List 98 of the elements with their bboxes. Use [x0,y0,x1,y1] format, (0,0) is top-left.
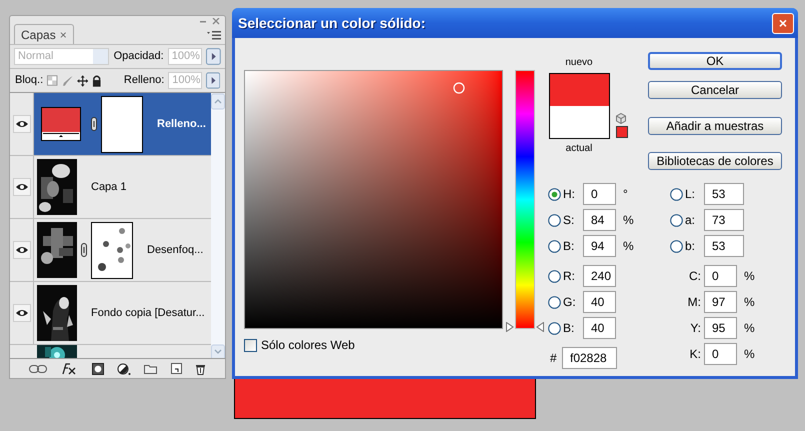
input-field[interactable]: 95 [704,317,737,339]
layer-row[interactable]: Capa 1 [10,156,211,219]
field-label: H: [562,186,576,203]
link-icon [81,243,87,257]
move-icon[interactable] [77,74,88,86]
color-preview [548,73,610,139]
close-icon[interactable]: × [60,26,67,44]
input-field[interactable]: 40 [583,317,616,339]
dialog-button[interactable]: Bibliotecas de colores [648,152,782,170]
eye-icon[interactable] [12,115,30,133]
mask-thumbnail [101,96,143,152]
fill-label: Relleno: [124,73,164,88]
minimize-close-icon[interactable] [199,18,221,25]
slider-arrow-button[interactable] [206,48,222,65]
field-label: M: [686,294,702,311]
unit-label: % [744,346,755,363]
radio-button[interactable] [670,188,683,200]
unit-label: % [744,268,755,285]
dialog-button[interactable]: Cancelar [648,81,782,99]
slider-thumb[interactable] [506,322,544,332]
unit-label: % [744,320,755,337]
checkbox-label: Sólo colores Web [261,337,355,354]
unit-label: % [623,238,634,255]
opacity-label: Opacidad: [114,49,164,64]
lock-label: Bloq.: [15,73,44,88]
eye-icon[interactable] [12,241,30,259]
hex-label: # [549,350,558,367]
slider-arrow-button[interactable] [206,72,220,89]
current-color-label: actual [566,143,592,155]
fx-icon[interactable] [60,362,78,374]
cube-icon[interactable] [616,113,626,124]
input-field[interactable]: f02828 [562,347,617,369]
scrollbar[interactable] [211,93,225,358]
input-field[interactable]: 97 [704,291,737,313]
unit-label: % [623,212,634,229]
input-field[interactable]: 240 [583,265,616,287]
adjustment-icon[interactable] [116,362,131,374]
radio-button[interactable] [670,240,683,252]
radio-button[interactable] [548,240,561,252]
field-label: L: [684,186,696,203]
dialog-button[interactable]: OK [648,52,782,70]
field-label: K: [688,346,702,363]
unit-label: ° [623,186,628,203]
layer-row[interactable]: Desenfoq... [10,219,211,282]
radio-button[interactable] [548,296,561,308]
window-title: Seleccionar un color sólido: [238,14,426,32]
input-field[interactable]: 84 [583,209,616,231]
field-label: Y: [689,320,702,337]
input-field[interactable]: 0 [583,183,616,205]
layer-row[interactable]: Fondo copia [Desatur... [10,282,211,345]
link-icon [91,117,97,131]
layer-row[interactable]: Relleno... [10,93,211,156]
layer-name: Fondo copia [Desatur... [91,306,205,321]
field-label: G: [562,294,577,311]
folder-icon[interactable] [144,364,158,374]
mask-icon[interactable] [92,362,104,374]
web-colors-checkbox[interactable] [244,338,257,352]
field-label: S: [562,212,576,229]
mask-thumbnail [91,222,133,278]
input-field[interactable]: 0 [704,265,737,287]
field-label: a: [684,212,696,229]
panel-tab[interactable]: Capas × [14,24,74,44]
color-marker[interactable] [453,82,465,94]
panel-menu-icon[interactable] [206,30,222,40]
hue-slider[interactable] [506,70,544,329]
field-label: R: [562,268,576,285]
field-label: B: [562,238,576,255]
unit-label: % [744,294,755,311]
link-layers-icon[interactable] [28,364,47,372]
input-field[interactable]: 94 [583,235,616,257]
field-label: C: [688,268,702,285]
input-field[interactable]: 73 [704,209,744,231]
web-safe-swatch-icon[interactable] [616,126,628,138]
input-field[interactable]: 40 [583,291,616,313]
eye-icon[interactable] [12,178,30,196]
lock-icon[interactable] [92,74,102,86]
eye-icon[interactable] [12,304,30,322]
input-field[interactable]: 53 [704,235,744,257]
color-field[interactable] [244,70,503,329]
trash-icon[interactable] [195,362,206,374]
layer-name: Relleno... [157,116,206,132]
radio-button[interactable] [670,214,683,226]
new-color-label: nuevo [565,57,593,69]
radio-button[interactable] [548,322,561,334]
input-field[interactable]: 0 [704,343,737,365]
close-button[interactable]: × [772,12,794,34]
radio-button[interactable] [548,188,561,200]
new-layer-icon[interactable] [170,363,182,374]
radio-button[interactable] [548,270,561,282]
radio-button[interactable] [548,214,561,226]
input-field[interactable]: 53 [704,183,744,205]
dialog-button[interactable]: Añadir a muestras [648,117,782,135]
field-label: b: [684,238,696,255]
layer-name: Capa 1 [91,180,126,195]
fill-layer-icon [41,107,81,141]
layer-name: Desenfoq... [147,242,204,258]
lock-transparency-icon[interactable] [47,75,58,86]
field-label: B: [562,320,576,337]
